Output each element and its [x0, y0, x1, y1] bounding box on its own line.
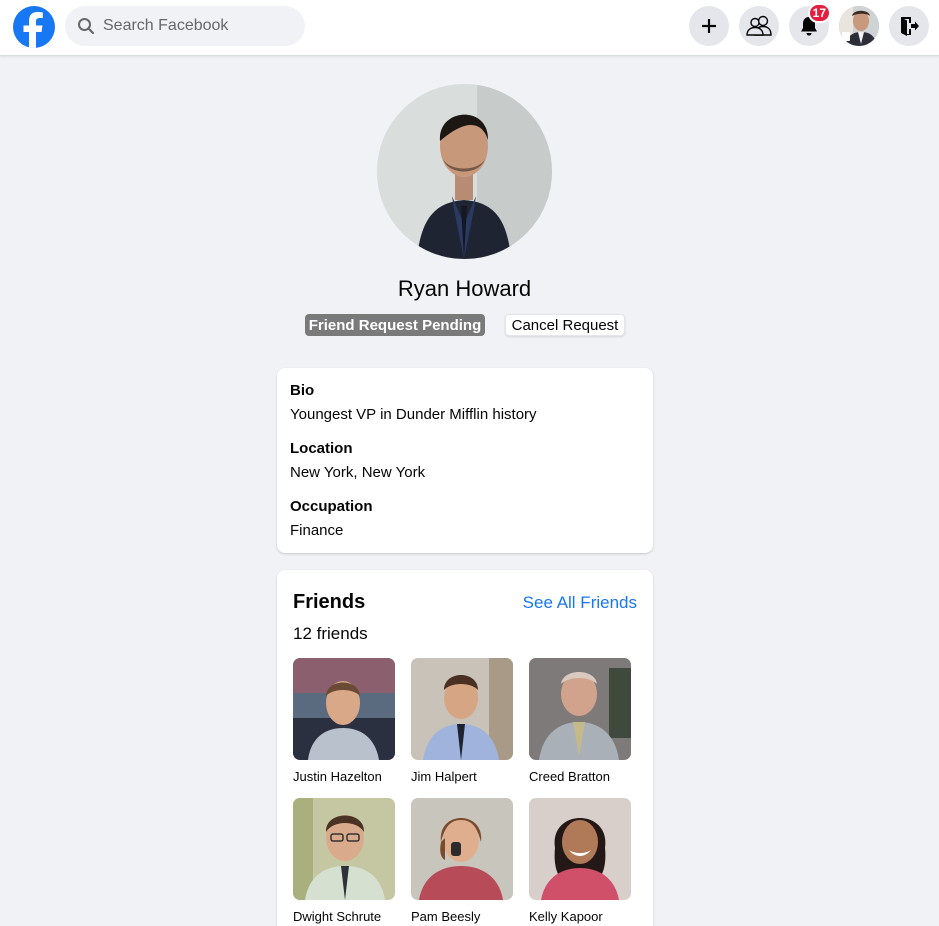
plus-icon	[702, 19, 716, 33]
friend-photo[interactable]	[529, 658, 631, 760]
friends-icon	[746, 15, 772, 36]
friends-card: Friends See All Friends 12 friends Justi…	[277, 570, 653, 926]
location-label: Location	[290, 440, 353, 457]
friend-photo[interactable]	[411, 798, 513, 900]
logout-icon	[901, 17, 919, 36]
search-icon	[78, 18, 95, 35]
friend-name[interactable]: Pam Beesly	[411, 909, 515, 924]
friend-name[interactable]: Kelly Kapoor	[529, 909, 633, 924]
friend-tile[interactable]: Creed Bratton	[529, 658, 633, 784]
see-all-friends-link[interactable]: See All Friends	[523, 593, 637, 613]
account-avatar[interactable]	[839, 6, 879, 46]
cancel-request-button[interactable]: Cancel Request	[505, 314, 625, 336]
bio-value: Youngest VP in Dunder Mifflin history	[290, 406, 537, 423]
friend-name[interactable]: Jim Halpert	[411, 769, 515, 784]
friend-name[interactable]: Creed Bratton	[529, 769, 633, 784]
facebook-logo-icon[interactable]	[13, 6, 55, 48]
friend-tile[interactable]: Justin Hazelton	[293, 658, 397, 784]
logout-button[interactable]	[889, 6, 929, 46]
notifications-button[interactable]: 17	[789, 3, 831, 46]
friend-photo[interactable]	[411, 658, 513, 760]
about-card: Bio Youngest VP in Dunder Mifflin histor…	[277, 368, 653, 553]
friend-photo[interactable]	[293, 798, 395, 900]
friends-title: Friends	[293, 591, 366, 613]
location-value: New York, New York	[290, 464, 426, 481]
friends-count: 12 friends	[293, 624, 368, 643]
friend-name[interactable]: Justin Hazelton	[293, 769, 397, 784]
friend-tile[interactable]: Pam Beesly	[411, 798, 515, 924]
bio-label: Bio	[290, 382, 315, 399]
search-input[interactable]	[103, 17, 293, 35]
profile-name: Ryan Howard	[397, 276, 532, 301]
friend-request-pending-button[interactable]: Friend Request Pending	[305, 314, 485, 336]
friend-tile[interactable]: Kelly Kapoor	[529, 798, 633, 924]
friend-photo[interactable]	[293, 658, 395, 760]
friend-name[interactable]: Dwight Schrute	[293, 909, 397, 924]
create-button[interactable]	[689, 6, 729, 46]
friend-tile[interactable]: Jim Halpert	[411, 658, 515, 784]
friend-tile[interactable]: Dwight Schrute	[293, 798, 397, 924]
profile-picture	[377, 84, 552, 259]
friend-photo[interactable]	[529, 798, 631, 900]
top-navigation-bar: 17	[0, 0, 939, 56]
occupation-value: Finance	[290, 522, 344, 539]
search-bar[interactable]	[65, 6, 305, 46]
notification-badge: 17	[807, 3, 831, 23]
occupation-label: Occupation	[290, 498, 373, 515]
friends-button[interactable]	[739, 6, 779, 46]
